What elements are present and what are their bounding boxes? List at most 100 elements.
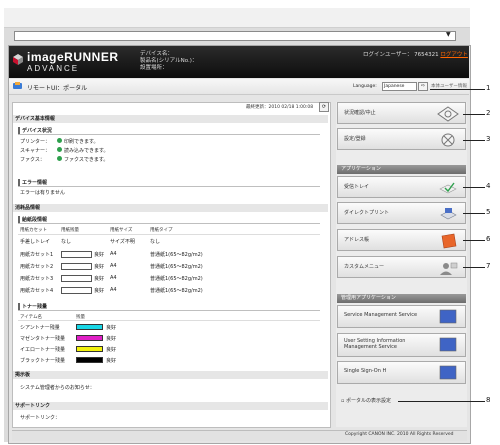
custom-menu-label: カスタムメニュー	[344, 264, 385, 270]
service-management-label: Service Management Service	[344, 312, 418, 318]
cube-logo-icon	[13, 54, 23, 65]
single-sign-on-button[interactable]: Single Sign-On H	[337, 361, 466, 384]
paper-size: A4	[110, 251, 117, 257]
callout-line	[463, 267, 485, 268]
settings-registration-button[interactable]: 設定/登録	[337, 128, 466, 150]
paper-source: 用紙カセット2	[20, 264, 54, 270]
direct-print-button[interactable]: ダイレクトプリント	[337, 202, 466, 224]
consumables-heading: 消耗品情報	[13, 204, 328, 212]
toner-level: 良好	[106, 347, 117, 353]
divider	[18, 223, 320, 224]
callout-line	[463, 213, 485, 214]
paper-remain: 良好	[94, 288, 105, 294]
paper-level-bar	[61, 287, 92, 294]
callout-number: 4	[486, 182, 491, 190]
col-paper-type: 用紙タイプ	[150, 228, 173, 233]
paper-remain: 良好	[94, 264, 105, 270]
monitor-screen-icon	[439, 309, 457, 324]
fax-status: ファクスできます。	[64, 157, 109, 163]
toner-black-bar	[76, 357, 103, 363]
user-setting-info-button[interactable]: User Setting Information Management Serv…	[337, 333, 466, 357]
applications-heading: アプリケーション	[337, 165, 466, 174]
inbox-button[interactable]: 受信トレイ	[337, 176, 466, 198]
address-dropdown-icon[interactable]: ▼	[446, 31, 499, 38]
callout-number: 7	[486, 262, 491, 270]
address-book-icon	[441, 233, 457, 249]
settings-gear-icon	[441, 133, 455, 147]
toner-name: ブラックトナー残量	[20, 358, 66, 364]
paper-level-bar	[61, 275, 92, 282]
callout-number: 5	[486, 208, 491, 216]
serial-label: 製品名(シリアルNo.)：	[140, 58, 198, 64]
language-select[interactable]: Japanese	[382, 82, 417, 91]
callout-line	[463, 140, 485, 141]
device-status-heading: デバイス状況	[18, 127, 52, 134]
address-book-label: アドレス帳	[344, 237, 370, 243]
paper-type: なし	[150, 239, 161, 245]
brand-subname: ADVANCE	[27, 64, 80, 73]
scanner-status-icon	[57, 147, 62, 152]
col-paper-source: 用紙カセット	[20, 228, 47, 233]
table-header-rule	[18, 320, 320, 321]
address-book-button[interactable]: アドレス帳	[337, 229, 466, 251]
callout-line	[398, 401, 485, 402]
language-apply-button[interactable]: ⇨	[418, 82, 428, 91]
refresh-button[interactable]: ⟳	[319, 102, 329, 112]
fax-status-icon	[57, 156, 62, 161]
toner-heading: トナー残量	[18, 303, 47, 310]
language-label: Language:	[353, 84, 377, 89]
paper-type: 普通紙1(65～82g/m2)	[150, 288, 203, 294]
error-info-heading: エラー情報	[18, 179, 47, 186]
custom-menu-button[interactable]: カスタムメニュー	[337, 256, 466, 278]
status-monitor-button[interactable]: 状況確認/中止	[337, 102, 466, 124]
table-header-rule	[18, 234, 320, 235]
message-board-text: システム管理者からのお知らせ：	[20, 385, 95, 391]
divider	[18, 186, 320, 187]
portal-display-settings-link[interactable]: ▫ ポータルの表示設定	[341, 397, 391, 404]
custom-menu-icon	[440, 262, 458, 275]
paper-level-bar	[61, 251, 92, 258]
copyright: Copyright CANON INC. 2010 All Rights Res…	[345, 432, 454, 437]
monitor-screen-icon	[439, 365, 457, 380]
printer-label: プリンター：	[20, 139, 51, 145]
app-header: imageRUNNER ADVANCE デバイス名： 製品名(シリアルNo.)：…	[9, 46, 469, 78]
address-bar[interactable]	[14, 31, 456, 41]
paper-info-heading: 給紙段情報	[18, 216, 47, 223]
callout-number: 1	[486, 84, 491, 92]
login-info: ログインユーザー： 7654321 ログアウト	[363, 50, 468, 58]
callout-line	[463, 187, 485, 188]
divider	[18, 310, 320, 311]
callout-number: 6	[486, 235, 491, 243]
paper-size: サイズ不明	[110, 239, 135, 245]
toner-level: 良好	[106, 336, 117, 342]
col-paper-size: 用紙サイズ	[110, 228, 133, 233]
paper-remain: なし	[61, 239, 72, 245]
direct-print-label: ダイレクトプリント	[344, 210, 390, 216]
brand-name: imageRUNNER	[27, 50, 119, 64]
portal-icon	[13, 82, 22, 89]
toner-name: イエロートナー残量	[20, 347, 65, 353]
toner-name: シアントナー残量	[20, 325, 60, 331]
paper-type: 普通紙1(65～82g/m2)	[150, 264, 203, 270]
paper-source: 手差しトレイ	[20, 239, 51, 245]
portal-display-settings-label: ポータルの表示設定	[345, 398, 391, 404]
col-paper-remain: 用紙残量	[61, 228, 79, 233]
paper-type: 普通紙1(65～82g/m2)	[150, 276, 203, 282]
toner-level: 良好	[106, 325, 117, 331]
last-updated: 最終更新：2010 02/18 1:00:08	[246, 105, 314, 110]
service-management-button[interactable]: Service Management Service	[337, 305, 466, 328]
inbox-tray-icon	[439, 182, 457, 194]
toner-name: マゼンタトナー残量	[20, 336, 66, 342]
management-apps-heading: 管理用アプリケーション	[337, 294, 466, 303]
support-text: サポートリンク：	[20, 415, 61, 421]
logout-link[interactable]: ログアウト	[440, 52, 468, 58]
paper-level-bar	[61, 263, 92, 270]
scanner-label: スキャナー：	[20, 148, 51, 154]
callout-line	[463, 240, 485, 241]
paper-size: A4	[110, 287, 117, 293]
device-name-label: デバイス名：	[140, 51, 173, 57]
login-user: 7654321	[414, 52, 439, 58]
divider	[18, 134, 320, 135]
toner-yellow-bar	[76, 346, 103, 352]
message-board-heading: 掲示板	[13, 371, 328, 379]
